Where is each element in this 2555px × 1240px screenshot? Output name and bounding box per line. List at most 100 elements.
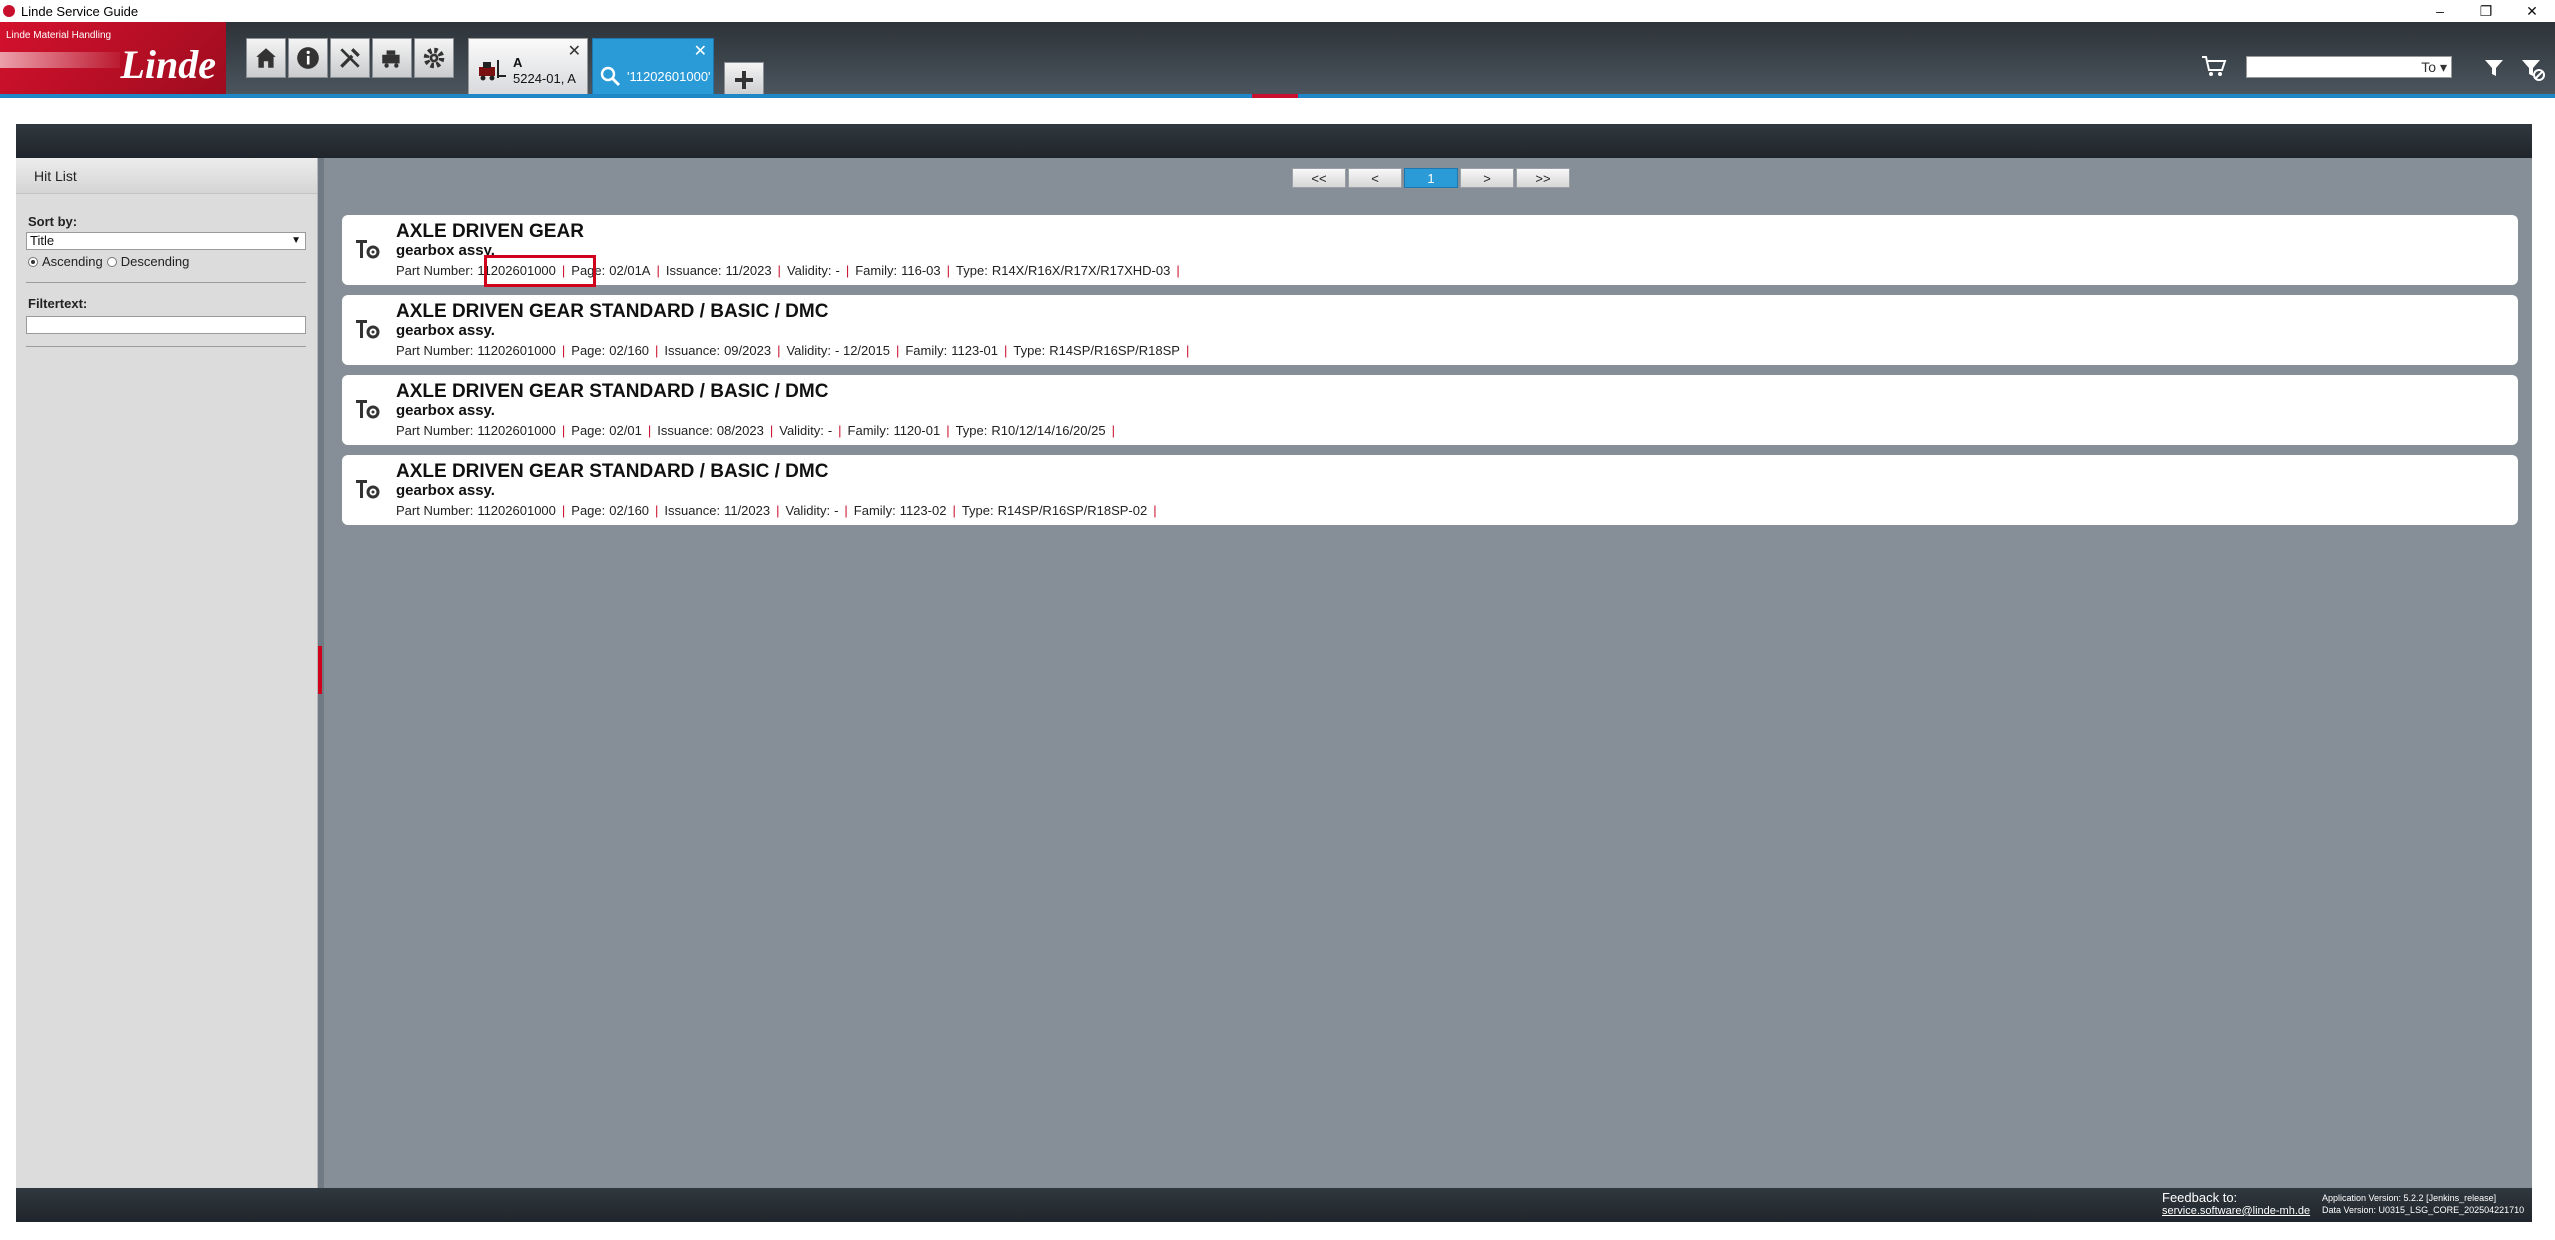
search-icon bbox=[600, 66, 620, 86]
plus-icon bbox=[735, 71, 753, 89]
sort-by-label: Sort by: bbox=[28, 214, 78, 229]
feedback-block: Feedback to: service.software@linde-mh.d… bbox=[2162, 1190, 2310, 1217]
linde-logo[interactable]: Linde Material Handling Linde bbox=[0, 22, 226, 94]
tab-close-icon[interactable]: ✕ bbox=[694, 41, 707, 61]
page-label: Page: bbox=[571, 423, 606, 438]
type-value: R10/12/14/16/20/25 bbox=[991, 423, 1106, 438]
ascending-radio[interactable] bbox=[28, 256, 38, 267]
result-title: AXLE DRIVEN GEAR STANDARD / BASIC / DMC bbox=[396, 381, 829, 402]
result-title: AXLE DRIVEN GEAR bbox=[396, 221, 584, 242]
type-value: R14SP/R16SP/R18SP bbox=[1049, 343, 1180, 358]
pager-last-button[interactable]: >> bbox=[1516, 168, 1570, 188]
type-label: Type: bbox=[955, 423, 988, 438]
result-card[interactable]: AXLE DRIVEN GEAR STANDARD / BASIC / DMC … bbox=[342, 455, 2518, 525]
result-subtitle: gearbox assy. bbox=[396, 482, 495, 499]
tab-search-results[interactable]: ✕ '11202601000' bbox=[592, 38, 714, 96]
sidebar-divider bbox=[26, 346, 306, 347]
pager-prev-button[interactable]: < bbox=[1348, 168, 1402, 188]
tools-icon bbox=[340, 48, 360, 68]
tools-button[interactable] bbox=[330, 38, 370, 78]
filtertext-input[interactable] bbox=[26, 316, 306, 334]
pager-current-page[interactable]: 1 bbox=[1404, 168, 1458, 188]
validity-value: - bbox=[827, 423, 833, 438]
tab-close-icon[interactable]: ✕ bbox=[568, 41, 581, 61]
result-card[interactable]: AXLE DRIVEN GEAR gearbox assy. Part Numb… bbox=[342, 215, 2518, 287]
page-label: Page: bbox=[571, 343, 606, 358]
close-window-button[interactable]: ✕ bbox=[2509, 0, 2555, 22]
tab-device[interactable]: ✕ A 5224-01, A bbox=[468, 38, 588, 96]
filtertext-label: Filtertext: bbox=[28, 296, 88, 311]
cart-icon[interactable] bbox=[2200, 52, 2228, 80]
logo-subtitle: Linde Material Handling bbox=[6, 30, 112, 41]
issuance-label: Issuance: bbox=[664, 503, 721, 518]
sidebar-collapse-marker[interactable] bbox=[318, 646, 322, 694]
family-label: Family: bbox=[905, 343, 948, 358]
validity-value: - bbox=[835, 263, 840, 278]
family-value: 1123-02 bbox=[899, 503, 947, 518]
filter-clear-icon[interactable] bbox=[2520, 56, 2546, 82]
result-meta: Part Number: 11202601000 | Page: 02/01 | Iss… bbox=[396, 423, 1115, 438]
restore-button[interactable]: ❐ bbox=[2463, 0, 2509, 22]
tab-device-line1: A bbox=[513, 55, 523, 70]
home-icon bbox=[256, 48, 276, 68]
result-card[interactable]: AXLE DRIVEN GEAR STANDARD / BASIC / DMC … bbox=[342, 295, 2518, 365]
issuance-label: Issuance: bbox=[657, 423, 713, 438]
page-value: 02/01 bbox=[609, 423, 642, 438]
validity-value: - bbox=[834, 503, 839, 518]
descending-radio[interactable] bbox=[106, 256, 117, 267]
family-label: Family: bbox=[855, 263, 898, 278]
app-icon bbox=[3, 5, 15, 17]
app-header: Linde Material Handling Linde ✕ A 5224-0… bbox=[0, 22, 2555, 98]
ascending-label: Ascending bbox=[42, 254, 103, 269]
results-panel: << < 1 > >> AXLE DRIVEN GEAR gearbox ass… bbox=[324, 158, 2532, 1188]
type-value: R14SP/R16SP/R18SP-02 bbox=[997, 503, 1148, 518]
global-search-input[interactable] bbox=[2247, 57, 2417, 77]
type-label: Type: bbox=[1013, 343, 1046, 358]
main-toolbar bbox=[246, 38, 454, 78]
part-number-label: Part Number: bbox=[396, 423, 474, 438]
part-number-value: 11202601000 bbox=[477, 343, 556, 358]
pager-next-button[interactable]: > bbox=[1460, 168, 1514, 188]
content-top-bar bbox=[16, 124, 2532, 158]
global-search[interactable]: To ▾ bbox=[2246, 56, 2452, 78]
sidebar-divider bbox=[26, 282, 306, 283]
type-label: Type: bbox=[961, 503, 994, 518]
result-subtitle: gearbox assy. bbox=[396, 322, 495, 339]
result-title: AXLE DRIVEN GEAR STANDARD / BASIC / DMC bbox=[396, 301, 829, 322]
chevron-down-icon: ▼ bbox=[291, 235, 301, 246]
app-version: Application Version: 5.2.2 [Jenkins_rele… bbox=[2322, 1193, 2497, 1203]
info-button[interactable] bbox=[288, 38, 328, 78]
validity-label: Validity: bbox=[785, 503, 831, 518]
hit-list-sidebar: Hit List Sort by: Title ▼ Ascending Desc… bbox=[16, 158, 318, 1188]
vehicle-button[interactable] bbox=[372, 38, 412, 78]
add-tab-button[interactable] bbox=[724, 62, 764, 98]
part-number-label: Part Number: bbox=[396, 263, 474, 278]
issuance-label: Issuance: bbox=[664, 343, 721, 358]
result-card[interactable]: AXLE DRIVEN GEAR STANDARD / BASIC / DMC … bbox=[342, 375, 2518, 445]
search-go-label: To bbox=[2421, 59, 2437, 75]
settings-button[interactable] bbox=[414, 38, 454, 78]
sort-order: Ascending Descending bbox=[28, 254, 189, 269]
filter-icon[interactable] bbox=[2482, 56, 2506, 80]
feedback-email-link[interactable]: service.software@linde-mh.de bbox=[2162, 1205, 2310, 1217]
sort-by-select[interactable]: Title ▼ bbox=[26, 232, 306, 250]
gear-icon bbox=[423, 47, 445, 69]
issuance-value: 11/2023 bbox=[725, 263, 772, 278]
family-label: Family: bbox=[847, 423, 890, 438]
data-version: Data Version: U0315_LSG_CORE_20250422171… bbox=[2322, 1205, 2525, 1215]
descending-label: Descending bbox=[120, 254, 190, 269]
page-value: 02/160 bbox=[609, 503, 650, 518]
version-info: Application Version: 5.2.2 [Jenkins_rele… bbox=[2322, 1192, 2524, 1216]
issuance-label: Issuance: bbox=[665, 263, 722, 278]
home-button[interactable] bbox=[246, 38, 286, 78]
type-label: Type: bbox=[956, 263, 988, 278]
result-subtitle: gearbox assy. bbox=[396, 402, 495, 419]
page-value: 02/160 bbox=[609, 343, 650, 358]
search-go-dropdown[interactable]: To ▾ bbox=[2421, 59, 2447, 76]
pager-first-button[interactable]: << bbox=[1292, 168, 1346, 188]
family-value: 1123-01 bbox=[951, 343, 998, 358]
validity-label: Validity: bbox=[779, 423, 824, 438]
issuance-value: 09/2023 bbox=[724, 343, 772, 358]
minimize-button[interactable]: – bbox=[2417, 0, 2463, 22]
validity-label: Validity: bbox=[786, 343, 832, 358]
